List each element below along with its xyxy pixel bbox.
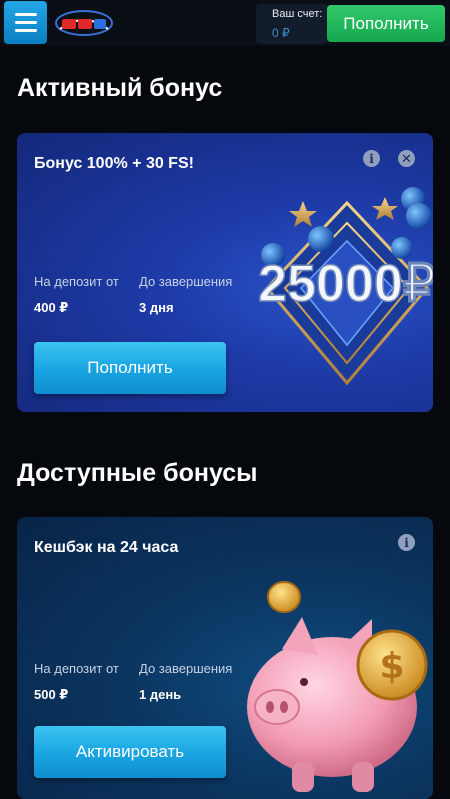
account-balance: 0 ₽ xyxy=(272,26,290,40)
brand-logo[interactable] xyxy=(54,7,114,39)
until-label: До завершения xyxy=(139,274,233,289)
menu-line xyxy=(14,21,37,24)
bonus-banner-art: 25000₽ xyxy=(257,187,433,386)
account-label: Ваш счет: xyxy=(272,8,323,20)
active-bonus-card: Бонус 100% + 30 FS! i ✕ 25000₽ На депози… xyxy=(17,133,433,412)
top-bar: Ваш счет: 0 ₽ Пополнить xyxy=(0,0,450,46)
activate-bonus-button[interactable]: Активировать xyxy=(34,726,226,778)
cashback-title: Кешбэк на 24 часа xyxy=(34,539,179,556)
info-icon[interactable]: i xyxy=(363,150,380,167)
bonus-title: Бонус 100% + 30 FS! xyxy=(34,155,194,172)
bonus-banner-text: 25000₽ xyxy=(258,255,433,313)
menu-line xyxy=(14,29,37,32)
section-title-available: Доступные бонусы xyxy=(17,459,258,487)
close-icon[interactable]: ✕ xyxy=(398,150,415,167)
until-value: 1 день xyxy=(139,687,182,702)
cashback-card: Кешбэк на 24 часа i $ На депозит от До з… xyxy=(17,517,433,799)
hamburger-icon[interactable] xyxy=(4,1,47,44)
deposit-label: На депозит от xyxy=(34,274,119,289)
deposit-label: На депозит от xyxy=(34,661,119,676)
menu-line xyxy=(14,13,37,16)
topup-bonus-button[interactable]: Пополнить xyxy=(34,342,226,394)
deposit-value: 500 ₽ xyxy=(34,687,69,702)
piggy-bank-icon: $ xyxy=(247,581,428,792)
account-balance-box[interactable]: Ваш счет: 0 ₽ xyxy=(256,4,328,44)
svg-text:$: $ xyxy=(379,646,404,687)
info-icon[interactable]: i xyxy=(398,534,415,551)
until-label: До завершения xyxy=(139,661,233,676)
section-title-active: Активный бонус xyxy=(17,74,223,102)
until-value: 3 дня xyxy=(139,300,174,315)
deposit-value: 400 ₽ xyxy=(34,300,69,315)
topup-header-button[interactable]: Пополнить xyxy=(327,5,445,42)
